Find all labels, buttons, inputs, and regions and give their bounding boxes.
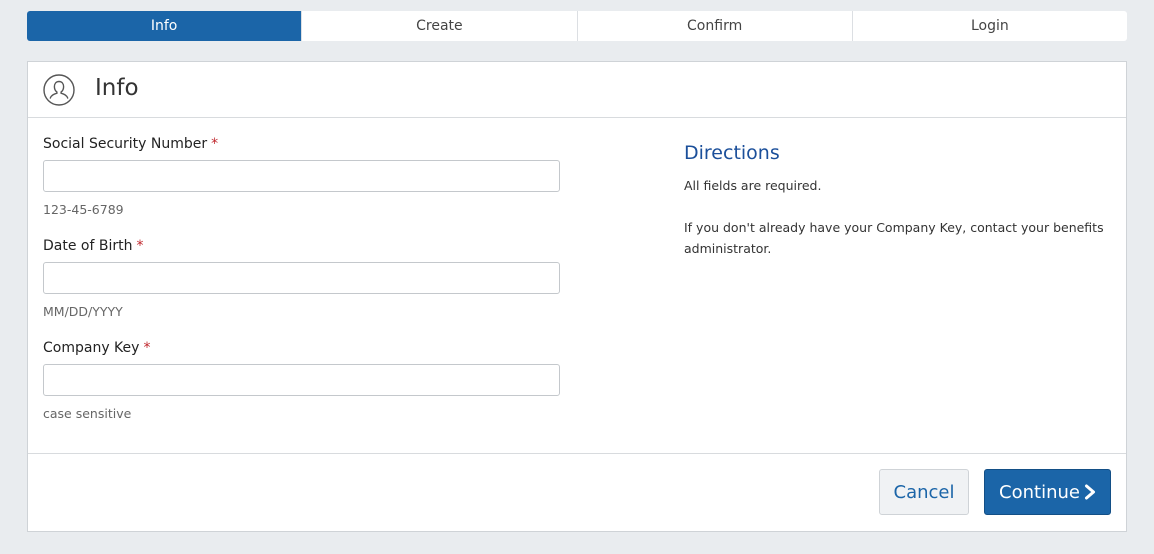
step-create[interactable]: Create: [302, 11, 578, 41]
info-card: Info Social Security Number * 123-45-6789…: [27, 61, 1127, 532]
ssn-label: Social Security Number *: [43, 136, 218, 152]
user-circle-icon: [43, 74, 75, 106]
continue-button[interactable]: Continue: [984, 469, 1111, 515]
required-marker: *: [136, 238, 144, 254]
dob-hint: MM/DD/YYYY: [43, 304, 123, 319]
step-login[interactable]: Login: [853, 11, 1127, 41]
directions-line-1: All fields are required.: [684, 178, 822, 193]
company-key-hint: case sensitive: [43, 406, 132, 421]
directions-line-2: If you don't already have your Company K…: [684, 220, 1104, 256]
company-key-input[interactable]: [43, 364, 560, 396]
required-marker: *: [211, 136, 219, 152]
dob-label-text: Date of Birth: [43, 238, 133, 254]
progress-stepper: Info Create Confirm Login: [27, 11, 1127, 41]
card-header: Info: [28, 62, 1126, 118]
cancel-button[interactable]: Cancel: [879, 469, 969, 515]
step-info[interactable]: Info: [27, 11, 303, 41]
dob-label: Date of Birth *: [43, 238, 143, 254]
company-key-label: Company Key *: [43, 340, 150, 356]
ssn-label-text: Social Security Number: [43, 136, 208, 152]
cancel-button-label: Cancel: [893, 481, 955, 503]
ssn-input[interactable]: [43, 160, 560, 192]
dob-input[interactable]: [43, 262, 560, 294]
required-marker: *: [143, 340, 151, 356]
step-confirm[interactable]: Confirm: [578, 11, 853, 41]
page-title: Info: [95, 75, 139, 101]
company-key-label-text: Company Key: [43, 340, 140, 356]
directions-title: Directions: [684, 142, 780, 164]
chevron-right-icon: [1084, 484, 1095, 500]
card-body: Social Security Number * 123-45-6789 Date…: [28, 118, 1126, 454]
ssn-hint: 123-45-6789: [43, 202, 124, 217]
continue-button-label: Continue: [999, 481, 1080, 503]
card-footer: Cancel Continue: [28, 454, 1126, 531]
